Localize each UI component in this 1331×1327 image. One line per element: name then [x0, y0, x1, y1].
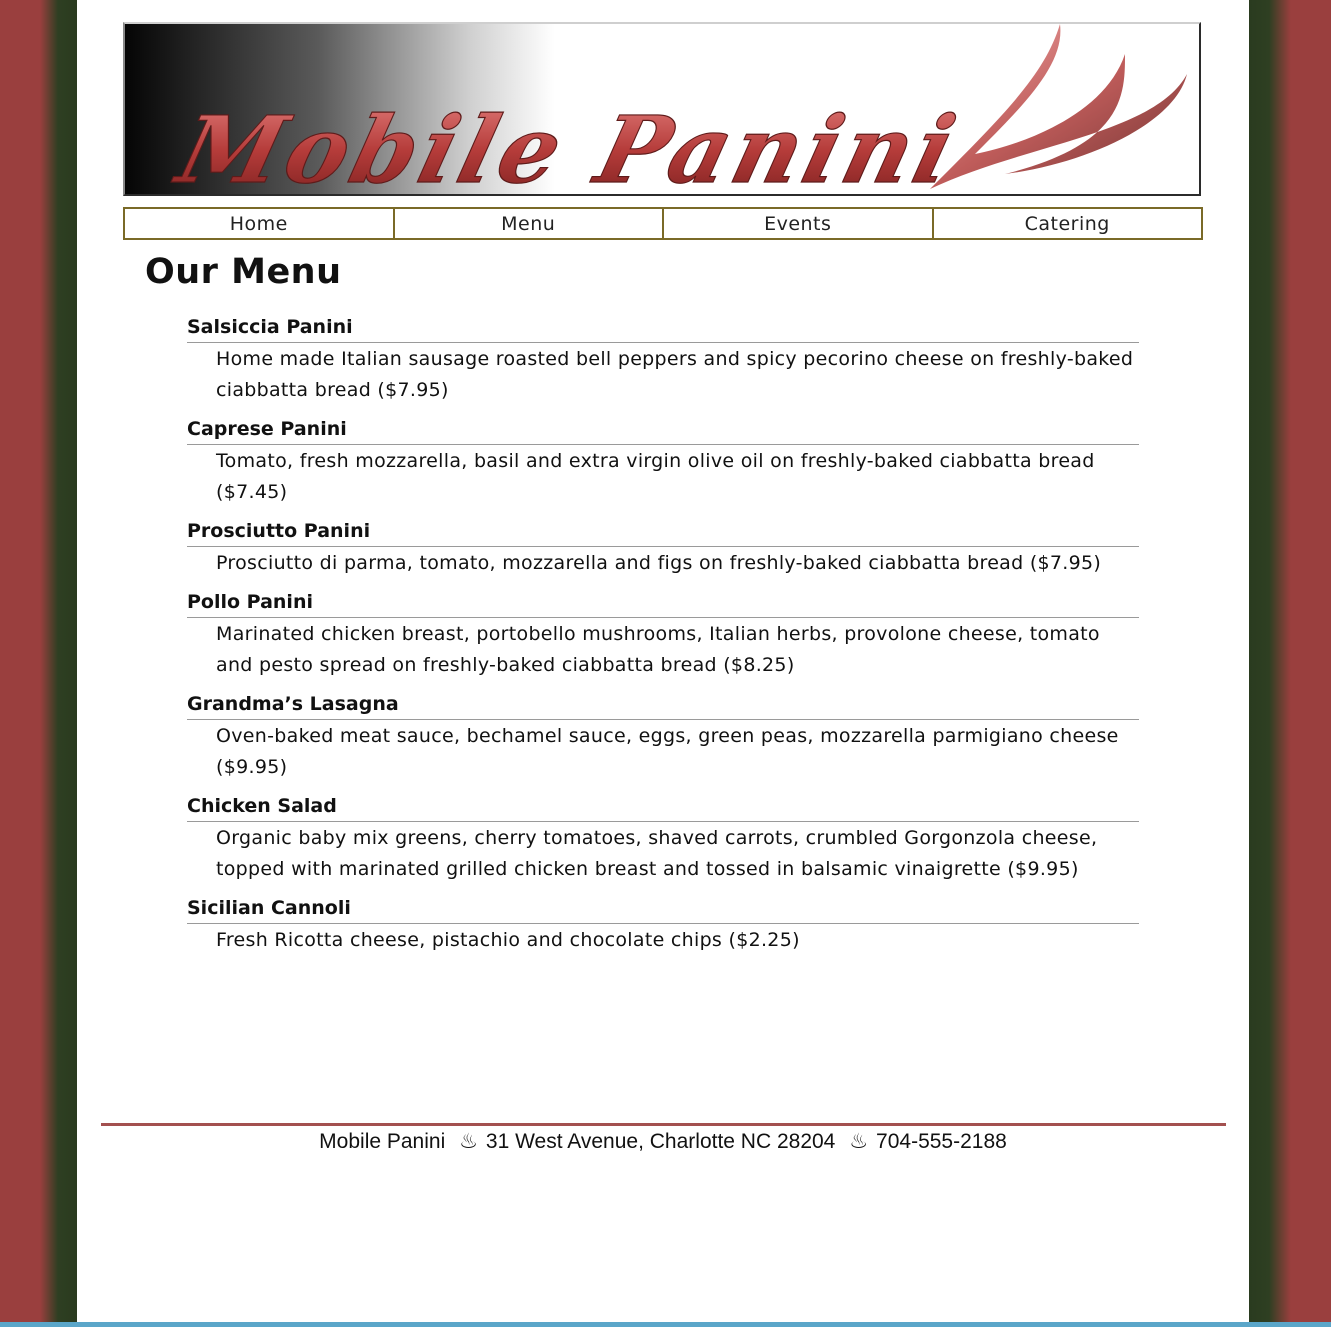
page-title: Our Menu [145, 252, 342, 292]
footer-phone: 704-555-2188 [876, 1130, 1007, 1153]
menu-item-description: Oven-baked meat sauce, bechamel sauce, e… [216, 725, 1119, 778]
menu-item-name: Pollo Panini [187, 591, 1139, 618]
nav-item-events[interactable]: Events [663, 207, 933, 240]
menu-item: Salsiccia Panini Home made Italian sausa… [187, 316, 1139, 406]
menu-item-description: Organic baby mix greens, cherry tomatoes… [216, 827, 1098, 880]
menu-list: Salsiccia Panini Home made Italian sausa… [187, 316, 1139, 968]
menu-item-name: Caprese Panini [187, 418, 1139, 445]
footer: Mobile Panini ♨ 31 West Avenue, Charlotte… [77, 1129, 1249, 1154]
menu-item: Grandma’s Lasagna Oven-baked meat sauce,… [187, 693, 1139, 783]
menu-item-name: Chicken Salad [187, 795, 1139, 822]
menu-item-name: Prosciutto Panini [187, 520, 1139, 547]
site-banner: Mobile Panini [123, 22, 1201, 196]
menu-item-description: Fresh Ricotta cheese, pistachio and choc… [216, 929, 800, 951]
main-nav: Home Menu Events Catering [123, 207, 1203, 240]
menu-item-name: Salsiccia Panini [187, 316, 1139, 343]
menu-item-name: Sicilian Cannoli [187, 897, 1139, 924]
swoosh-graphic [930, 24, 1187, 189]
nav-item-catering[interactable]: Catering [932, 207, 1203, 240]
menu-item: Chicken Salad Organic baby mix greens, c… [187, 795, 1139, 885]
footer-divider [101, 1123, 1226, 1126]
menu-item-description: Marinated chicken breast, portobello mus… [216, 623, 1100, 676]
menu-item: Caprese Panini Tomato, fresh mozzarella,… [187, 418, 1139, 508]
left-border-decoration [0, 0, 80, 1327]
menu-item-description: Home made Italian sausage roasted bell p… [216, 348, 1134, 401]
page-container: Mobile Panini Home Menu Events Catering … [77, 0, 1249, 1327]
footer-address: 31 West Avenue, Charlotte NC 28204 [485, 1130, 836, 1153]
hot-springs-icon: ♨ [849, 1130, 869, 1153]
menu-item-description: Prosciutto di parma, tomato, mozzarella … [216, 552, 1102, 574]
nav-item-menu[interactable]: Menu [393, 207, 663, 240]
menu-item: Sicilian Cannoli Fresh Ricotta cheese, p… [187, 897, 1139, 956]
banner-logo: Mobile Panini [164, 24, 1187, 194]
hot-springs-icon: ♨ [459, 1130, 478, 1153]
right-border-decoration [1249, 0, 1331, 1327]
menu-item: Pollo Panini Marinated chicken breast, p… [187, 591, 1139, 681]
logo-wordmark: Mobile Panini [165, 96, 965, 194]
menu-item-description: Tomato, fresh mozzarella, basil and extr… [216, 450, 1095, 503]
menu-item: Prosciutto Panini Prosciutto di parma, t… [187, 520, 1139, 579]
taskbar-strip [0, 1322, 1331, 1327]
footer-business-name: Mobile Panini [319, 1130, 446, 1153]
nav-item-home[interactable]: Home [123, 207, 394, 240]
menu-item-name: Grandma’s Lasagna [187, 693, 1139, 720]
